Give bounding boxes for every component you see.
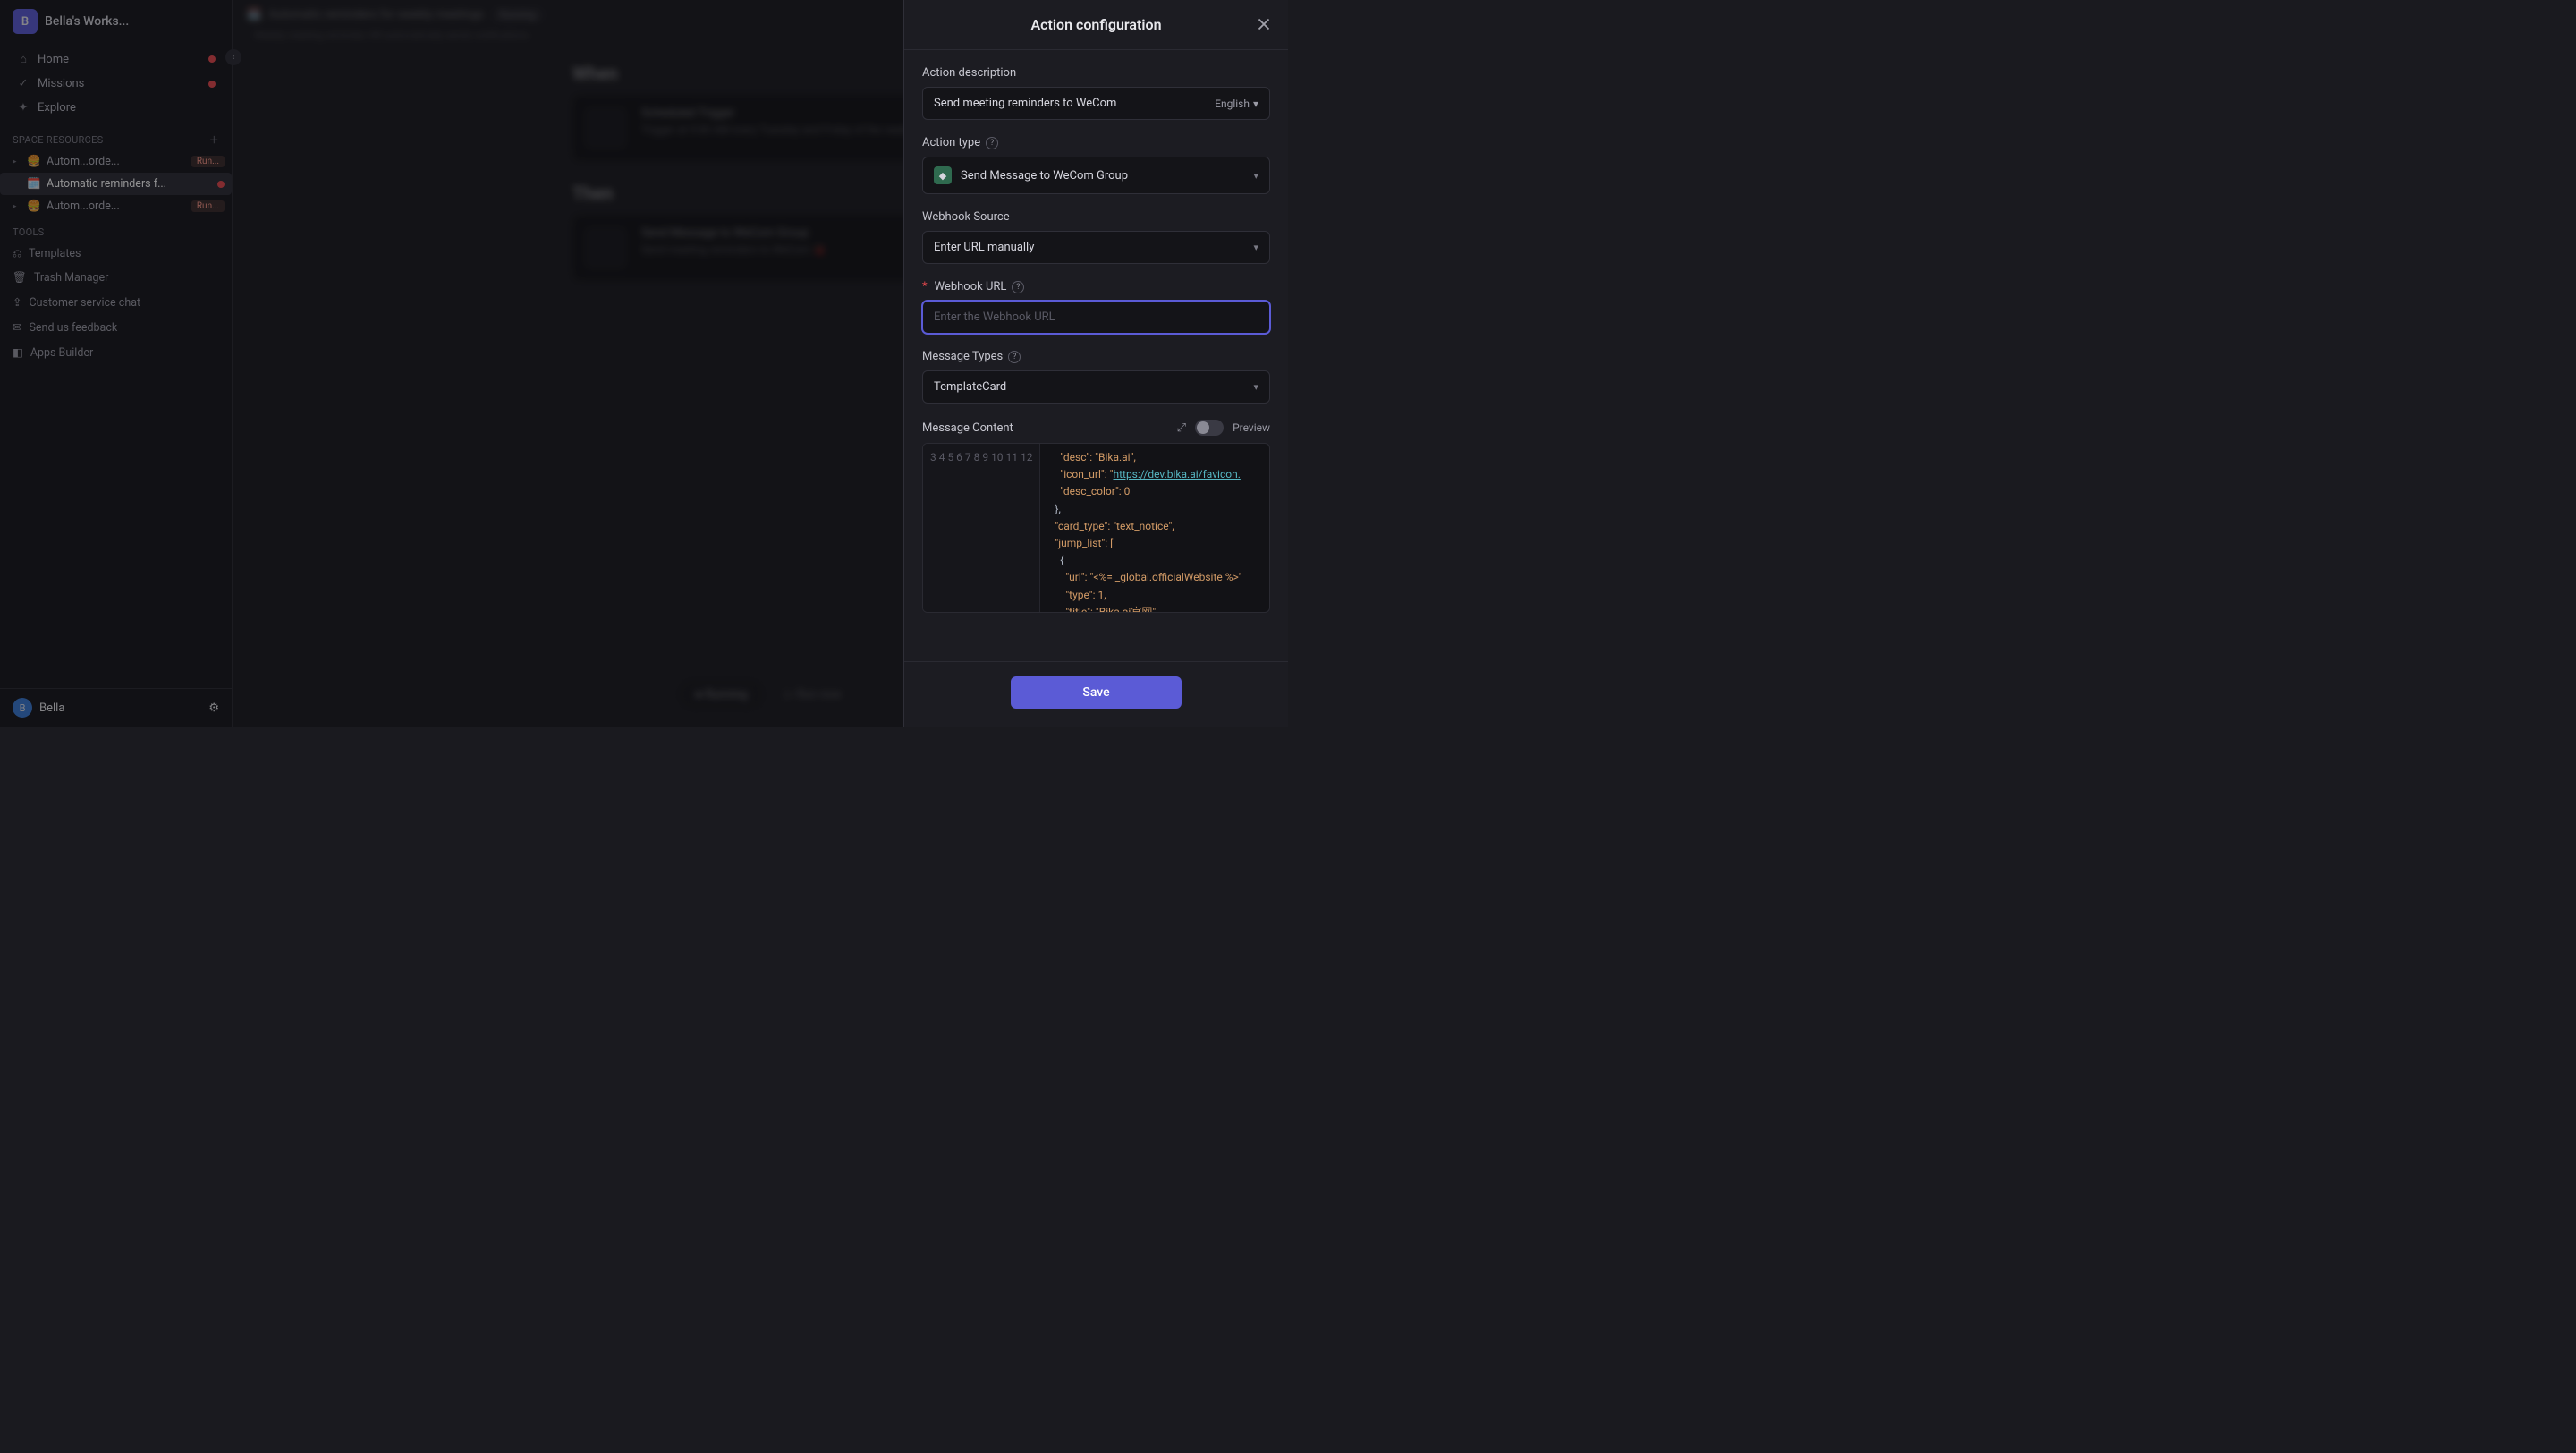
preview-toggle[interactable] <box>1195 420 1224 436</box>
expand-icon[interactable]: ⤢ <box>1177 421 1186 435</box>
language-selector[interactable]: English ▾ <box>1215 98 1258 110</box>
chevron-down-icon: ▾ <box>1253 170 1258 182</box>
code-content[interactable]: "desc": "Bika.ai", "icon_url": "https://… <box>1040 444 1250 612</box>
close-icon[interactable] <box>1254 14 1274 34</box>
code-editor[interactable]: 3 4 5 6 7 8 9 10 11 12 "desc": "Bika.ai"… <box>922 443 1270 613</box>
modal-footer: Save <box>904 661 1288 726</box>
webhook-url-input[interactable] <box>922 301 1270 334</box>
content-label: Message Content <box>922 421 1013 435</box>
code-gutter: 3 4 5 6 7 8 9 10 11 12 <box>923 444 1040 612</box>
help-icon[interactable]: ? <box>1008 351 1021 363</box>
language-value: English <box>1215 98 1250 110</box>
msgtypes-label: Message Types ? <box>922 350 1270 363</box>
chevron-down-icon: ▾ <box>1253 98 1258 110</box>
help-icon[interactable]: ? <box>1012 281 1024 293</box>
modal-title: Action configuration <box>1030 16 1161 33</box>
message-types-select[interactable]: TemplateCard ▾ <box>922 370 1270 404</box>
modal-header: Action configuration <box>904 0 1288 50</box>
source-label: Webhook Source <box>922 210 1270 224</box>
desc-label: Action description <box>922 66 1270 80</box>
modal-body: Action description Send meeting reminder… <box>904 50 1288 661</box>
url-label: *Webhook URL ? <box>922 280 1270 293</box>
chevron-down-icon: ▾ <box>1253 381 1258 393</box>
webhook-source-value: Enter URL manually <box>934 241 1034 254</box>
message-types-value: TemplateCard <box>934 380 1006 394</box>
action-config-modal: Action configuration Action description … <box>903 0 1288 726</box>
webhook-source-select[interactable]: Enter URL manually ▾ <box>922 231 1270 264</box>
preview-label: Preview <box>1233 421 1270 434</box>
action-type-select[interactable]: ◆ Send Message to WeCom Group ▾ <box>922 157 1270 194</box>
action-type-value: Send Message to WeCom Group <box>961 169 1128 183</box>
chevron-down-icon: ▾ <box>1253 242 1258 253</box>
desc-value: Send meeting reminders to WeCom <box>934 97 1116 110</box>
wecom-icon: ◆ <box>934 166 952 184</box>
desc-input[interactable]: Send meeting reminders to WeCom English … <box>922 87 1270 120</box>
save-button[interactable]: Save <box>1011 676 1181 709</box>
help-icon[interactable]: ? <box>986 137 998 149</box>
type-label: Action type ? <box>922 136 1270 149</box>
